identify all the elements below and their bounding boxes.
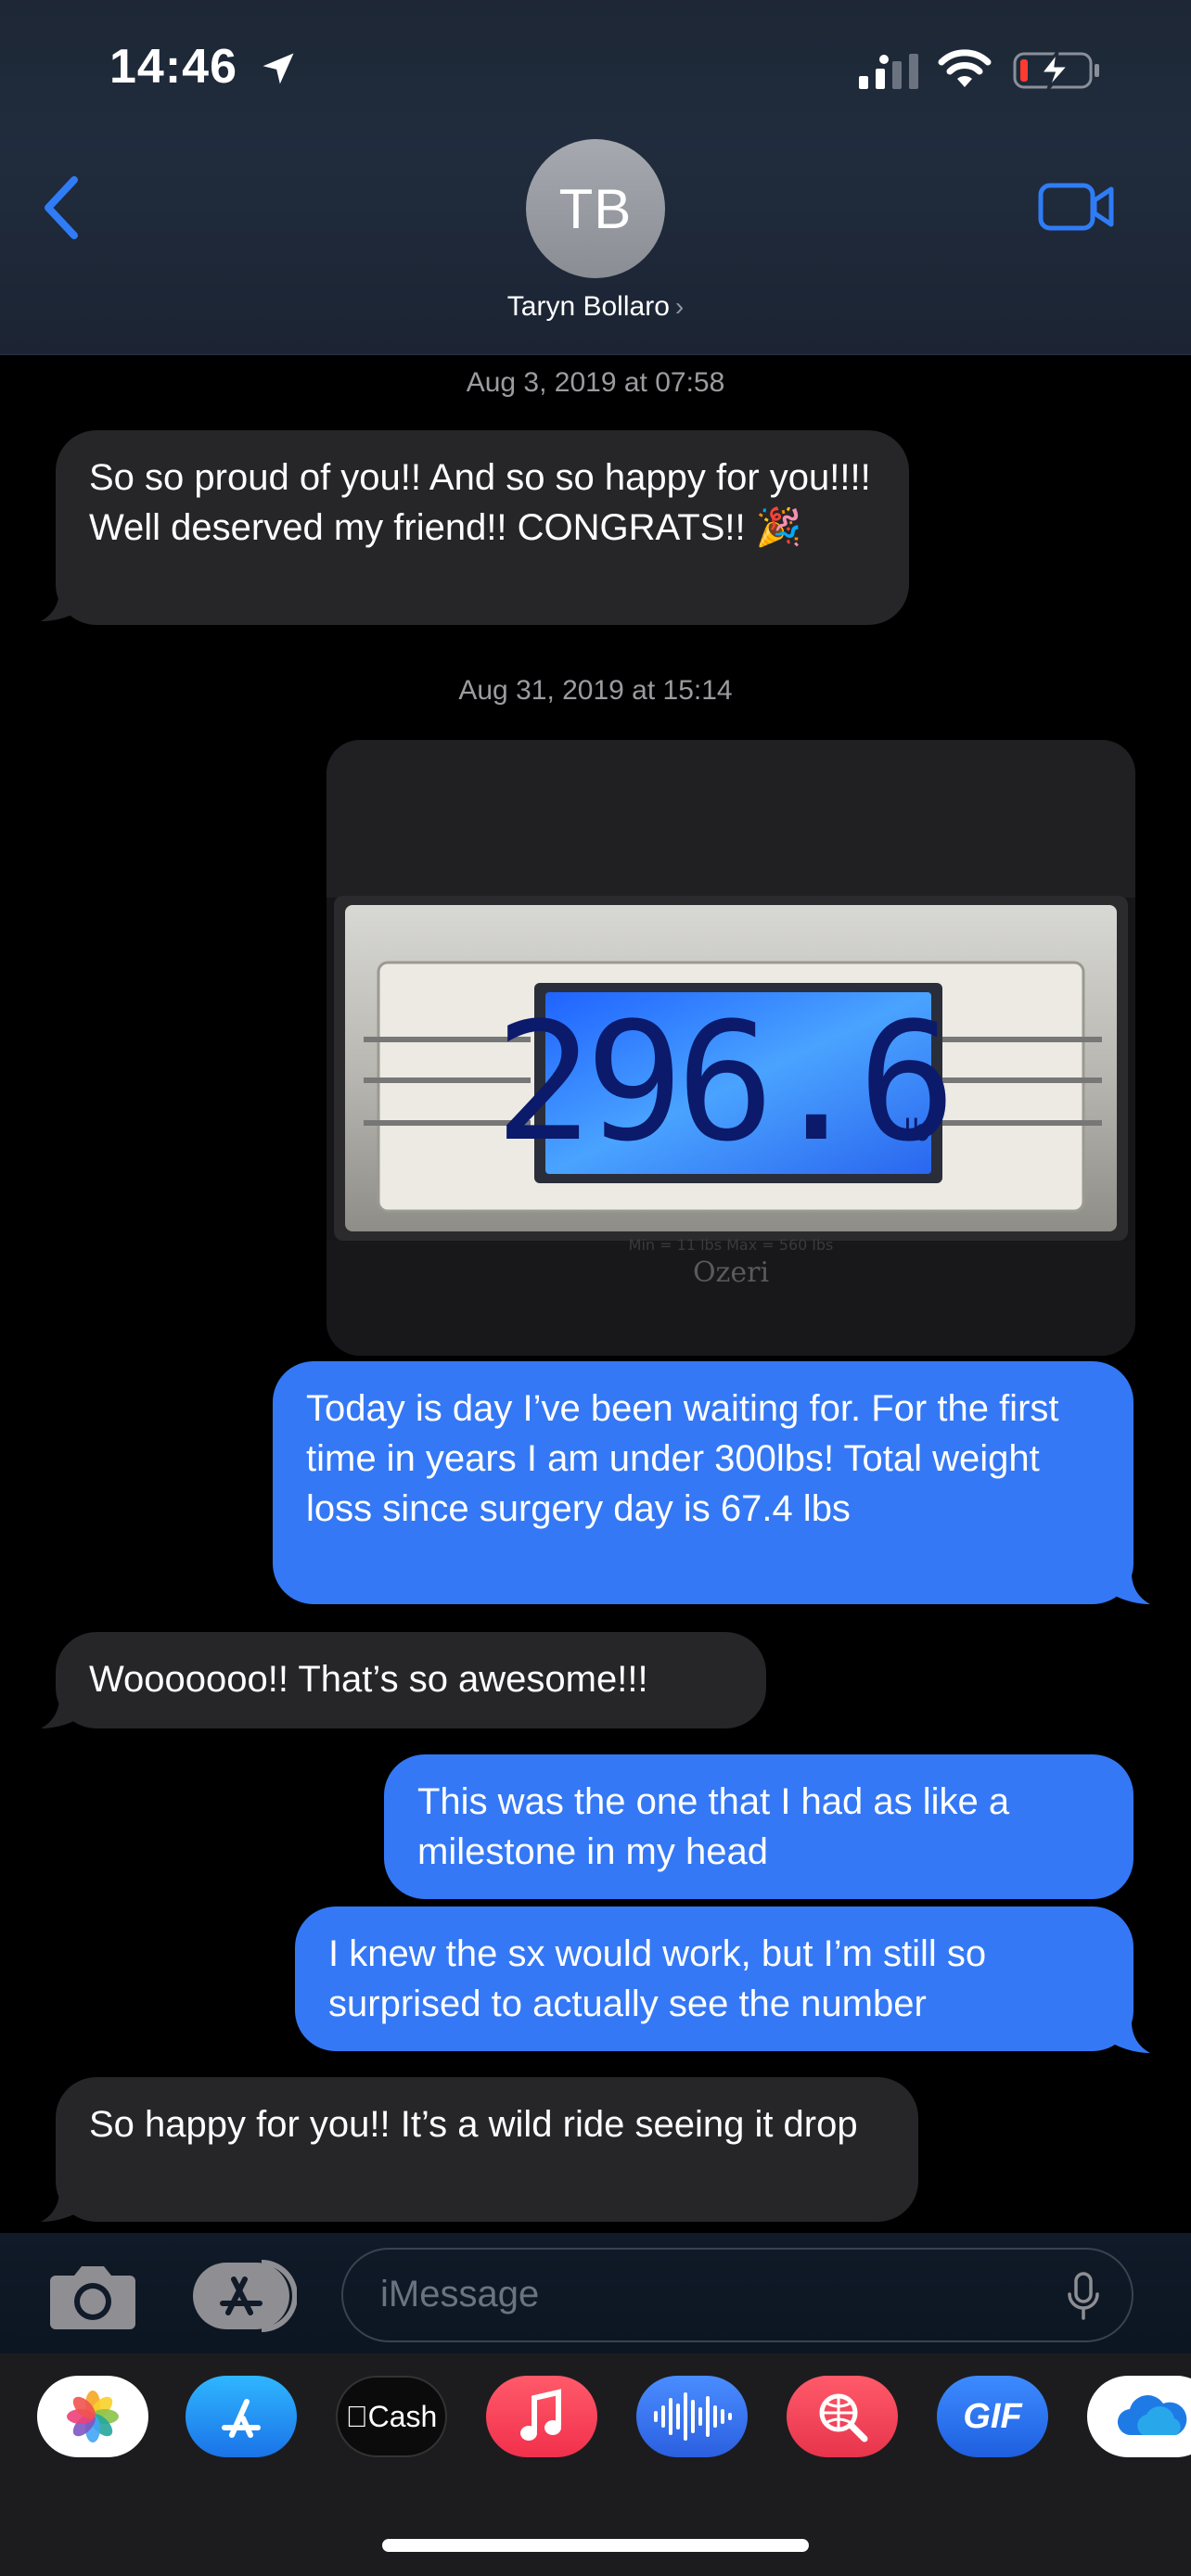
microphone-icon[interactable] — [1065, 2272, 1102, 2320]
contact-avatar[interactable]: TB — [526, 139, 665, 278]
back-chevron-icon[interactable] — [37, 172, 89, 243]
camera-icon[interactable] — [46, 2259, 139, 2333]
message-placeholder: iMessage — [380, 2274, 540, 2315]
scale-photo: 296.6 lb Min = 11 lbs Max = 560 lbs Ozer… — [327, 740, 1135, 1356]
location-arrow-icon — [263, 53, 294, 84]
scale-reading: 296.6 — [494, 988, 949, 1178]
status-time: 14:46 — [109, 40, 237, 94]
photo-attachment[interactable]: 296.6 lb Min = 11 lbs Max = 560 lbs Ozer… — [327, 740, 1135, 1356]
home-indicator[interactable] — [382, 2539, 809, 2552]
contact-name-text: Taryn Bollaro — [506, 291, 670, 322]
gif-app-button[interactable]: GIF — [937, 2376, 1048, 2457]
message-input[interactable]: iMessage — [341, 2248, 1133, 2342]
scale-unit: lb — [903, 1113, 930, 1148]
photos-app-button[interactable] — [37, 2376, 148, 2457]
app-store-app-button[interactable] — [186, 2376, 297, 2457]
gif-label: GIF — [963, 2396, 1022, 2436]
web-search-icon — [819, 2393, 868, 2442]
timestamp: Aug 3, 2019 at 07:58 — [466, 367, 725, 398]
cloud-icon — [1117, 2395, 1187, 2436]
chevron-right-icon: › — [674, 292, 685, 321]
incoming-message[interactable]: Wooooooo!! That’s so awesome!!! — [56, 1632, 766, 1728]
incoming-message[interactable]: So happy for you!! It’s a wild ride seei… — [56, 2077, 918, 2222]
signal-icon — [859, 54, 918, 89]
audio-wave-icon — [654, 2392, 732, 2441]
outgoing-message[interactable]: I knew the sx would work, but I’m still … — [295, 1906, 1133, 2051]
apple-cash-button[interactable]: Cash — [336, 2376, 447, 2457]
outgoing-message[interactable]: Today is day I’ve been waiting for. For … — [273, 1361, 1133, 1604]
cash-label: Cash — [346, 2399, 438, 2433]
timestamp: Aug 31, 2019 at 15:14 — [458, 675, 733, 706]
scale-brand: Ozeri — [693, 1256, 769, 1289]
battery-charging-icon — [1013, 48, 1099, 90]
web-search-app-button[interactable] — [787, 2376, 898, 2457]
outgoing-message[interactable]: This was the one that I had as like a mi… — [384, 1754, 1133, 1899]
audio-message-button[interactable] — [636, 2376, 748, 2457]
music-app-button[interactable] — [486, 2376, 597, 2457]
app-store-icon[interactable] — [191, 2259, 297, 2333]
photos-icon — [67, 2391, 119, 2442]
onedrive-app-button[interactable] — [1087, 2376, 1191, 2457]
conversation-header: 14:46 TB Taryn Bollaro › — [0, 0, 1191, 355]
music-icon — [520, 2389, 561, 2441]
app-store-icon — [222, 2399, 261, 2438]
incoming-message[interactable]: So so proud of you!! And so so happy for… — [56, 430, 909, 625]
wifi-icon — [938, 49, 992, 87]
video-camera-icon[interactable] — [1037, 180, 1115, 236]
scale-range: Min = 11 lbs Max = 560 lbs — [629, 1236, 834, 1254]
contact-name[interactable]: Taryn Bollaro › — [0, 291, 1191, 323]
